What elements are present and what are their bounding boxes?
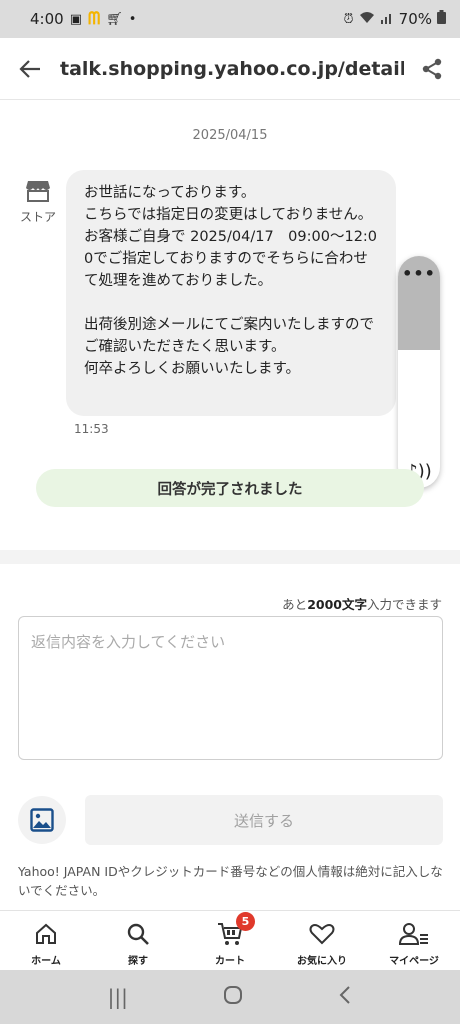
battery-percent: 70%	[398, 10, 432, 28]
back-nav-icon[interactable]	[338, 985, 352, 1010]
nav-home[interactable]: ホーム	[0, 911, 92, 970]
dot-icon: •	[128, 11, 137, 27]
url-text[interactable]: talk.shopping.yahoo.co.jp/detail/19e...	[60, 58, 404, 80]
section-divider	[0, 550, 460, 564]
cart-notification-icon: 🛒︎	[106, 11, 123, 27]
signal-icon	[380, 10, 394, 28]
nav-search[interactable]: 探す	[92, 911, 184, 970]
char-limit-suffix: 入力できます	[366, 597, 442, 612]
image-icon	[30, 808, 54, 832]
nav-label: お気に入り	[297, 956, 347, 967]
completed-banner: 回答が完了されました	[36, 469, 424, 507]
cart-badge: 5	[236, 912, 255, 931]
message-line: 何卒よろしくお願いいたします。	[84, 361, 301, 377]
message-line: お世話になっております。	[84, 185, 256, 201]
store-label: ストア	[19, 210, 56, 224]
nav-label: カート	[215, 956, 245, 967]
search-icon	[127, 923, 149, 945]
message-bubble: お世話になっております。 こちらでは指定日の変更はしておりません。 お客様ご自身…	[66, 170, 396, 416]
reply-input[interactable]	[18, 616, 443, 760]
store-icon	[26, 181, 50, 202]
message-time: 11:53	[74, 422, 109, 436]
nav-label: 探す	[128, 956, 148, 967]
char-limit-prefix: あと	[282, 597, 308, 612]
system-nav-bar: |||	[0, 970, 460, 1024]
home-button-icon[interactable]	[223, 985, 243, 1010]
chat-date: 2025/04/15	[192, 128, 268, 143]
message-line: こちらでは指定日の変更はしておりません。	[84, 207, 373, 223]
privacy-note: Yahoo! JAPAN IDやクレジットカード番号などの個人情報は絶対に記入し…	[18, 864, 443, 898]
nav-favorites[interactable]: お気に入り	[276, 911, 368, 970]
char-limit: あと2000文字入力できます	[282, 594, 442, 613]
mcdonalds-icon: ᗰ	[87, 9, 101, 29]
wifi-icon	[359, 10, 375, 28]
send-button[interactable]: 送信する	[85, 795, 443, 845]
message-line: お客様ご自身で 2025/04/17 09:00〜12:00でご指定しております…	[84, 229, 378, 289]
user-icon	[399, 923, 428, 945]
bottom-nav: ホーム 探す 5 カート お気に入り マイページ	[0, 910, 460, 970]
battery-icon	[437, 10, 446, 28]
char-limit-count: 2000文字	[307, 597, 367, 612]
share-button[interactable]	[404, 38, 460, 100]
back-arrow-icon	[19, 59, 40, 78]
message-gap	[84, 292, 378, 314]
recent-apps-icon[interactable]: |||	[108, 985, 128, 1009]
home-icon	[36, 923, 56, 944]
nav-label: マイページ	[389, 956, 439, 967]
message-line: 出荷後別途メールにてご案内いたしますのでご確認いただきたく思います。	[84, 317, 374, 355]
nav-label: ホーム	[31, 956, 61, 967]
scroll-widget[interactable]: ••• ♪))	[398, 256, 440, 488]
status-bar: 4:00 ▣ ᗰ 🛒︎ • ⏰︎ 70%	[0, 0, 460, 38]
gallery-icon: ▣	[69, 11, 82, 27]
share-icon	[422, 58, 442, 79]
nav-cart[interactable]: 5 カート	[184, 911, 276, 970]
alarm-icon: ⏰︎	[343, 11, 354, 27]
back-button[interactable]	[0, 38, 60, 100]
status-time: 4:00	[30, 10, 64, 28]
heart-icon	[309, 924, 335, 945]
more-options-icon[interactable]: •••	[398, 264, 440, 283]
store-avatar: ストア	[18, 180, 58, 225]
nav-mypage[interactable]: マイページ	[368, 911, 460, 970]
attach-image-button[interactable]	[18, 796, 66, 844]
url-bar: talk.shopping.yahoo.co.jp/detail/19e...	[0, 38, 460, 100]
